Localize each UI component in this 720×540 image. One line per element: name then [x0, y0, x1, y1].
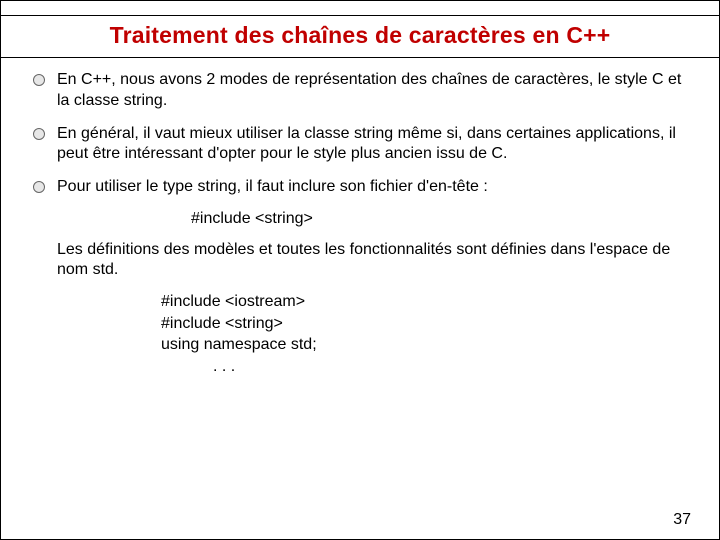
code-line: #include <string> [161, 313, 689, 335]
bullet-item: En général, il vaut mieux utiliser la cl… [31, 118, 689, 172]
bullet-list: En C++, nous avons 2 modes de représenta… [31, 64, 689, 204]
code-block-include-string: #include <string> [191, 208, 689, 230]
page-number: 37 [673, 511, 691, 529]
slide-title: Traitement des chaînes de caractères en … [11, 22, 709, 49]
title-box: Traitement des chaînes de caractères en … [1, 15, 719, 58]
code-line: #include <iostream> [161, 291, 689, 313]
bullet-item: En C++, nous avons 2 modes de représenta… [31, 64, 689, 118]
content-area: En C++, nous avons 2 modes de représenta… [1, 58, 719, 394]
paragraph: Les définitions des modèles et toutes le… [57, 236, 689, 288]
slide: Traitement des chaînes de caractères en … [0, 0, 720, 540]
code-block-namespace: #include <iostream> #include <string> us… [161, 291, 689, 377]
code-line: . . . [161, 356, 689, 378]
code-line: using namespace std; [161, 334, 689, 356]
bullet-item: Pour utiliser le type string, il faut in… [31, 171, 689, 204]
code-line: #include <string> [191, 208, 689, 230]
